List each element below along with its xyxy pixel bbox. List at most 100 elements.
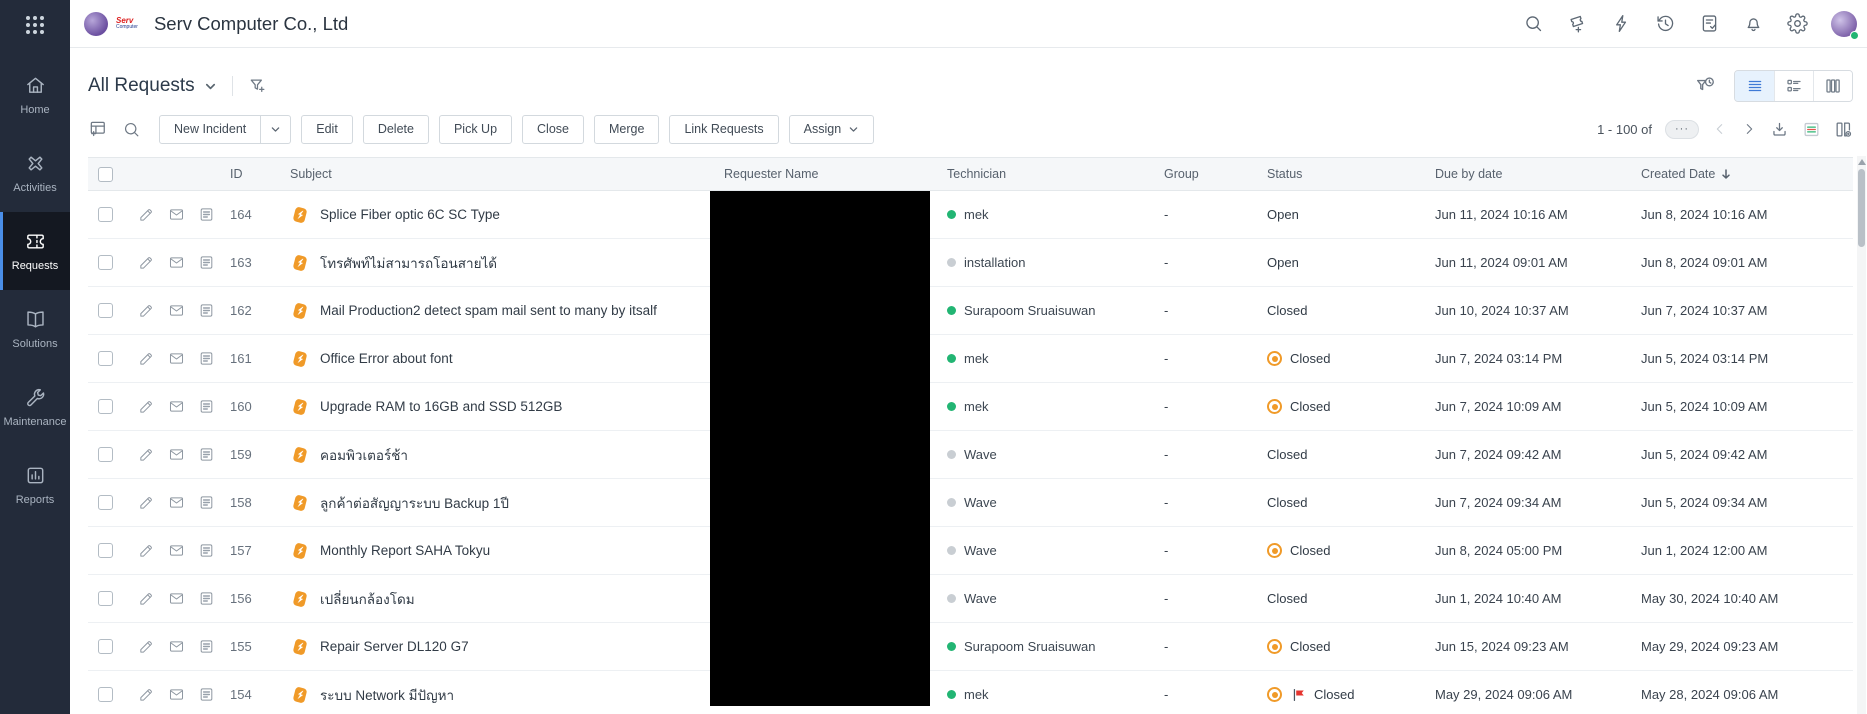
email-row-icon[interactable] <box>168 398 185 415</box>
email-row-icon[interactable] <box>168 254 185 271</box>
view-toggle-list[interactable] <box>1735 71 1774 101</box>
request-subject-link[interactable]: Repair Server DL120 G7 <box>320 639 469 654</box>
prev-page-icon[interactable] <box>1712 121 1728 137</box>
edit-row-icon[interactable] <box>138 446 155 463</box>
column-header-subject[interactable]: Subject <box>290 167 724 181</box>
request-subject-link[interactable]: Office Error about font <box>320 351 453 366</box>
request-subject-link[interactable]: Monthly Report SAHA Tokyu <box>320 543 490 558</box>
tasks-icon[interactable] <box>1699 13 1720 34</box>
email-row-icon[interactable] <box>168 302 185 319</box>
view-selector[interactable]: All Requests <box>88 75 217 97</box>
column-header-due[interactable]: Due by date <box>1435 167 1641 181</box>
download-icon[interactable] <box>1770 120 1789 139</box>
row-checkbox[interactable] <box>98 447 113 462</box>
notes-row-icon[interactable] <box>198 254 215 271</box>
delete-button[interactable]: Delete <box>362 114 429 144</box>
ticket-add-icon[interactable] <box>1567 13 1588 34</box>
edit-row-icon[interactable] <box>138 302 155 319</box>
close-button[interactable]: Close <box>522 114 584 144</box>
edit-row-icon[interactable] <box>138 206 155 223</box>
edit-row-icon[interactable] <box>138 494 155 511</box>
status-legend-icon[interactable] <box>1802 120 1821 139</box>
email-row-icon[interactable] <box>168 590 185 607</box>
row-checkbox[interactable] <box>98 687 113 702</box>
column-header-group[interactable]: Group <box>1164 167 1267 181</box>
column-header-requester[interactable]: Requester Name <box>724 167 947 181</box>
row-checkbox[interactable] <box>98 543 113 558</box>
notes-row-icon[interactable] <box>198 686 215 703</box>
row-checkbox[interactable] <box>98 207 113 222</box>
edit-button[interactable]: Edit <box>301 114 353 144</box>
row-checkbox[interactable] <box>98 303 113 318</box>
row-checkbox[interactable] <box>98 639 113 654</box>
notes-row-icon[interactable] <box>198 206 215 223</box>
settings-gear-icon[interactable] <box>1787 13 1808 34</box>
history-icon[interactable] <box>1655 13 1676 34</box>
request-subject-link[interactable]: Splice Fiber optic 6C SC Type <box>320 207 500 222</box>
notifications-bell-icon[interactable] <box>1743 13 1764 34</box>
scrollbar-up-arrow[interactable] <box>1857 159 1866 165</box>
request-subject-link[interactable]: Mail Production2 detect spam mail sent t… <box>320 303 657 318</box>
add-filter-button[interactable] <box>248 76 268 96</box>
column-settings-icon[interactable] <box>1834 120 1853 139</box>
edit-row-icon[interactable] <box>138 254 155 271</box>
customize-columns-button[interactable] <box>88 119 108 139</box>
notes-row-icon[interactable] <box>198 494 215 511</box>
app-launcher-button[interactable] <box>0 0 70 50</box>
notes-row-icon[interactable] <box>198 350 215 367</box>
view-toggle-card[interactable] <box>1774 71 1813 101</box>
merge-button[interactable]: Merge <box>594 114 660 144</box>
request-subject-link[interactable]: เปลี่ยนกล้องโดม <box>320 588 415 610</box>
search-list-button[interactable] <box>122 120 141 139</box>
email-row-icon[interactable] <box>168 446 185 463</box>
edit-row-icon[interactable] <box>138 398 155 415</box>
row-checkbox[interactable] <box>98 255 113 270</box>
row-checkbox[interactable] <box>98 591 113 606</box>
edit-row-icon[interactable] <box>138 590 155 607</box>
column-header-status[interactable]: Status <box>1267 167 1435 181</box>
select-all-checkbox[interactable] <box>98 166 113 182</box>
email-row-icon[interactable] <box>168 350 185 367</box>
next-page-icon[interactable] <box>1741 121 1757 137</box>
email-row-icon[interactable] <box>168 542 185 559</box>
edit-row-icon[interactable] <box>138 350 155 367</box>
request-subject-link[interactable]: ระบบ Network มีปัญหา <box>320 684 454 706</box>
filter-history-button[interactable] <box>1694 75 1716 97</box>
sidebar-item-activities[interactable]: Activities <box>0 134 70 212</box>
quick-actions-icon[interactable] <box>1611 13 1632 34</box>
notes-row-icon[interactable] <box>198 638 215 655</box>
column-header-technician[interactable]: Technician <box>947 167 1164 181</box>
sidebar-item-reports[interactable]: Reports <box>0 446 70 524</box>
email-row-icon[interactable] <box>168 638 185 655</box>
email-row-icon[interactable] <box>168 494 185 511</box>
assign-button[interactable]: Assign <box>788 114 875 144</box>
request-subject-link[interactable]: คอมพิวเตอร์ช้า <box>320 444 408 466</box>
new-incident-button[interactable]: New Incident <box>159 114 262 144</box>
notes-row-icon[interactable] <box>198 302 215 319</box>
email-row-icon[interactable] <box>168 686 185 703</box>
user-avatar[interactable] <box>1831 10 1859 40</box>
edit-row-icon[interactable] <box>138 542 155 559</box>
request-subject-link[interactable]: Upgrade RAM to 16GB and SSD 512GB <box>320 399 562 414</box>
request-subject-link[interactable]: ลูกค้าต่อสัญญาระบบ Backup 1ปี <box>320 492 509 514</box>
row-checkbox[interactable] <box>98 495 113 510</box>
edit-row-icon[interactable] <box>138 638 155 655</box>
sidebar-item-home[interactable]: Home <box>0 56 70 134</box>
sidebar-item-solutions[interactable]: Solutions <box>0 290 70 368</box>
notes-row-icon[interactable] <box>198 446 215 463</box>
sidebar-item-requests[interactable]: Requests <box>0 212 70 290</box>
notes-row-icon[interactable] <box>198 590 215 607</box>
scrollbar-thumb[interactable] <box>1858 169 1865 247</box>
pickup-button[interactable]: Pick Up <box>438 114 513 144</box>
new-incident-caret-button[interactable] <box>261 114 292 144</box>
row-checkbox[interactable] <box>98 399 113 414</box>
notes-row-icon[interactable] <box>198 542 215 559</box>
row-checkbox[interactable] <box>98 351 113 366</box>
pagination-more-button[interactable]: ··· <box>1665 119 1699 139</box>
view-toggle-board[interactable] <box>1813 71 1852 101</box>
request-subject-link[interactable]: โทรศัพท์ไม่สามารถโอนสายได้ <box>320 252 497 274</box>
sidebar-item-maintenance[interactable]: Maintenance <box>0 368 70 446</box>
link-requests-button[interactable]: Link Requests <box>669 114 779 144</box>
search-icon[interactable] <box>1523 13 1544 34</box>
column-header-id[interactable]: ID <box>230 167 290 181</box>
